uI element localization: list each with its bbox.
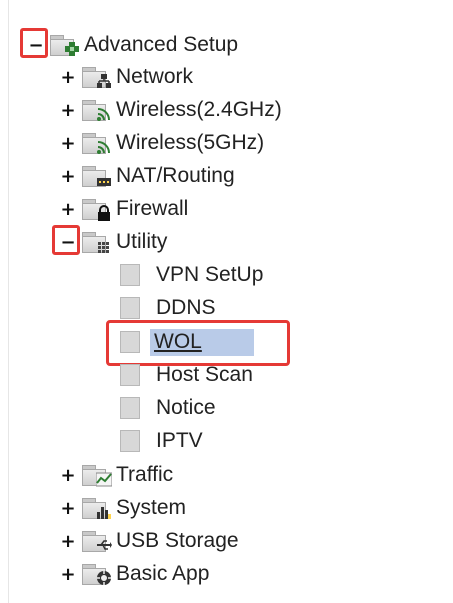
tree-leaf-iptv[interactable]: IPTV (120, 426, 203, 456)
collapse-toggle-advanced-setup[interactable]: − (20, 28, 48, 58)
page-icon (120, 364, 140, 386)
tree-node-firewall[interactable]: + Firewall (58, 194, 188, 224)
tree-label-wireless-5ghz: Wireless(5GHz) (116, 131, 265, 154)
tree-label-ddns: DDNS (156, 296, 216, 319)
tree-label-nat-routing: NAT/Routing (116, 164, 235, 187)
collapse-toggle-utility[interactable]: − (52, 225, 80, 255)
tree-leaf-ddns[interactable]: DDNS (120, 293, 216, 323)
tree-label-basic-app: Basic App (116, 562, 210, 585)
page-icon (120, 430, 140, 452)
tree-node-wireless-24ghz[interactable]: + Wireless(2.4GHz) (58, 95, 282, 125)
tree-node-traffic[interactable]: + Traffic (58, 460, 173, 490)
page-icon (120, 397, 140, 419)
tree-label-iptv: IPTV (156, 429, 203, 452)
page-icon (120, 297, 140, 319)
wifi-icon (82, 98, 112, 122)
wifi-icon (82, 131, 112, 155)
tree-node-advanced-setup[interactable]: − Advanced Setup (20, 28, 239, 60)
router-icon (82, 164, 112, 188)
tree-label-advanced-setup: Advanced Setup (84, 33, 239, 56)
tree-node-network[interactable]: + Network (58, 62, 193, 92)
grid-icon (82, 230, 112, 254)
tree-node-basic-app[interactable]: + Basic App (58, 559, 209, 589)
expand-toggle-basic-app[interactable]: + (58, 564, 78, 585)
tree-node-usb-storage[interactable]: + USB Storage (58, 526, 239, 556)
tree-leaf-vpn-setup[interactable]: VPN SetUp (120, 260, 263, 290)
expand-toggle-nat-routing[interactable]: + (58, 166, 78, 187)
expand-toggle-system[interactable]: + (58, 498, 78, 519)
expand-toggle-wireless-5ghz[interactable]: + (58, 133, 78, 154)
tree-label-utility: Utility (116, 230, 168, 253)
tree-label-usb-storage: USB Storage (116, 529, 239, 552)
tree-label-wireless-24ghz: Wireless(2.4GHz) (116, 98, 282, 121)
expand-toggle-firewall[interactable]: + (58, 199, 78, 220)
tree-left-border (8, 0, 9, 603)
expand-toggle-traffic[interactable]: + (58, 465, 78, 486)
tree-node-system[interactable]: + System (58, 493, 186, 523)
lock-icon (82, 197, 112, 221)
expand-toggle-wireless-24ghz[interactable]: + (58, 100, 78, 121)
expand-toggle-network[interactable]: + (58, 67, 78, 88)
tree-leaf-notice[interactable]: Notice (120, 393, 216, 423)
page-icon (120, 331, 140, 353)
tree-label-traffic: Traffic (116, 463, 174, 486)
tree-leaf-wol[interactable]: WOL (120, 327, 254, 357)
tree-node-nat-routing[interactable]: + NAT/Routing (58, 161, 235, 191)
tree-node-utility[interactable]: − Utility (52, 225, 168, 257)
expand-toggle-usb-storage[interactable]: + (58, 531, 78, 552)
tree-node-wireless-5ghz[interactable]: + Wireless(5GHz) (58, 128, 264, 158)
bar-chart-icon (82, 496, 112, 520)
gear-icon (82, 562, 112, 586)
tree-label-wol[interactable]: WOL (150, 328, 254, 356)
chart-line-icon (82, 463, 112, 487)
tree-label-vpn-setup: VPN SetUp (156, 263, 264, 286)
tree-label-system: System (116, 496, 187, 519)
tree-label-host-scan: Host Scan (156, 363, 253, 386)
tree-label-network: Network (116, 65, 194, 88)
tree-leaf-host-scan[interactable]: Host Scan (120, 360, 253, 390)
folder-plus-icon (50, 33, 80, 57)
tree-label-notice: Notice (156, 396, 216, 419)
page-icon (120, 264, 140, 286)
usb-icon (82, 529, 112, 553)
tree-label-firewall: Firewall (116, 197, 189, 220)
network-icon (82, 65, 112, 89)
